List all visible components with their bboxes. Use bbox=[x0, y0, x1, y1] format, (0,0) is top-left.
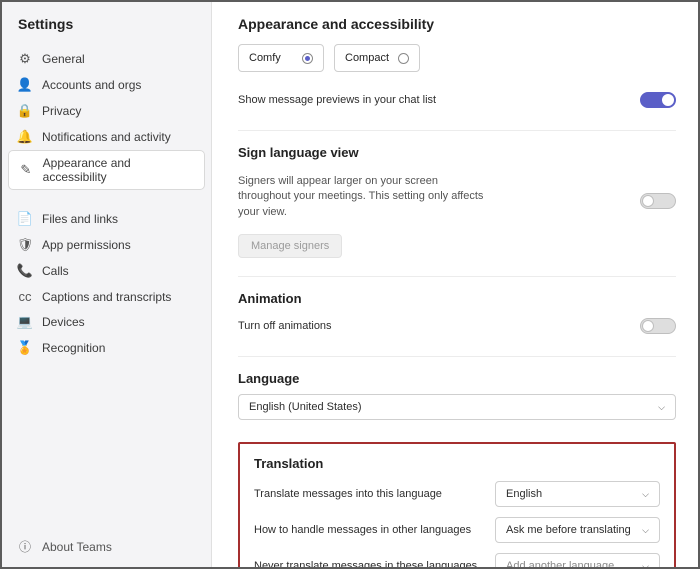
never-translate-value: Add another language bbox=[506, 560, 614, 567]
sign-language-section: Sign language view Signers will appear l… bbox=[238, 145, 676, 258]
sidebar-item-label: Captions and transcripts bbox=[42, 290, 171, 304]
sidebar-item-label: Files and links bbox=[42, 212, 118, 226]
divider bbox=[238, 276, 676, 277]
manage-signers-button[interactable]: Manage signers bbox=[238, 234, 342, 258]
sidebar-item-label: About Teams bbox=[42, 540, 112, 554]
translate-handle-row: How to handle messages in other language… bbox=[254, 517, 660, 543]
sidebar-title: Settings bbox=[2, 16, 211, 42]
density-compact[interactable]: Compact bbox=[334, 44, 420, 72]
divider bbox=[238, 130, 676, 131]
cc-icon: ᴄᴄ bbox=[18, 289, 32, 304]
settings-main: Appearance and accessibility Comfy Compa… bbox=[212, 2, 698, 567]
sidebar-group-1: ⚙ General 👤 Accounts and orgs 🔒 Privacy … bbox=[2, 46, 211, 190]
translation-section: Translation Translate messages into this… bbox=[238, 442, 676, 567]
sidebar-item-recognition[interactable]: 🏅 Recognition bbox=[2, 335, 211, 361]
sidebar-item-label: App permissions bbox=[42, 238, 131, 252]
sidebar-item-accounts[interactable]: 👤 Accounts and orgs bbox=[2, 72, 211, 98]
translate-into-label: Translate messages into this language bbox=[254, 488, 442, 500]
sign-language-row: Signers will appear larger on your scree… bbox=[238, 168, 676, 234]
sidebar-item-label: Accounts and orgs bbox=[42, 78, 141, 92]
sidebar-item-privacy[interactable]: 🔒 Privacy bbox=[2, 98, 211, 124]
sidebar-item-captions[interactable]: ᴄᴄ Captions and transcripts bbox=[2, 284, 211, 309]
sidebar-item-label: Calls bbox=[42, 264, 69, 278]
sidebar-item-label: Notifications and activity bbox=[42, 130, 171, 144]
file-icon: 📄 bbox=[18, 211, 32, 227]
sign-language-toggle[interactable] bbox=[640, 193, 676, 209]
sidebar-item-label: General bbox=[42, 52, 85, 66]
translate-into-select[interactable]: English ⌵ bbox=[495, 481, 660, 507]
chevron-down-icon: ⌵ bbox=[658, 402, 665, 413]
person-icon: 👤 bbox=[18, 77, 32, 93]
animation-section: Animation Turn off animations bbox=[238, 291, 676, 338]
shield-icon: 🛡 bbox=[18, 237, 32, 253]
translate-into-value: English bbox=[506, 488, 542, 500]
pencil-icon: ✎ bbox=[19, 162, 33, 178]
lock-icon: 🔒 bbox=[18, 103, 32, 119]
density-label: Comfy bbox=[249, 52, 281, 64]
bell-icon: 🔔 bbox=[18, 129, 32, 145]
divider bbox=[238, 356, 676, 357]
density-section: Comfy Compact Show message previews in y… bbox=[238, 44, 676, 112]
translate-into-row: Translate messages into this language En… bbox=[254, 481, 660, 507]
translate-handle-label: How to handle messages in other language… bbox=[254, 524, 471, 536]
sidebar-item-notifications[interactable]: 🔔 Notifications and activity bbox=[2, 124, 211, 150]
chevron-down-icon: ⌵ bbox=[642, 561, 649, 567]
sidebar-item-devices[interactable]: 💻 Devices bbox=[2, 309, 211, 335]
never-translate-label: Never translate messages in these langua… bbox=[254, 560, 477, 567]
language-select[interactable]: English (United States) ⌵ bbox=[238, 394, 676, 420]
animation-label: Turn off animations bbox=[238, 320, 332, 332]
density-row: Comfy Compact bbox=[238, 44, 676, 72]
section-heading: Animation bbox=[238, 291, 676, 306]
sidebar-item-general[interactable]: ⚙ General bbox=[2, 46, 211, 72]
never-translate-row: Never translate messages in these langua… bbox=[254, 553, 660, 567]
sidebar-item-app-permissions[interactable]: 🛡 App permissions bbox=[2, 232, 211, 258]
monitor-icon: 💻 bbox=[18, 314, 32, 330]
gear-icon: ⚙ bbox=[18, 51, 32, 67]
section-heading: Translation bbox=[254, 456, 660, 471]
language-section: Language English (United States) ⌵ bbox=[238, 371, 676, 420]
previews-row: Show message previews in your chat list bbox=[238, 88, 676, 112]
chevron-down-icon: ⌵ bbox=[642, 525, 649, 536]
info-icon: ⓘ bbox=[18, 538, 32, 555]
ribbon-icon: 🏅 bbox=[18, 340, 32, 356]
sidebar-item-about[interactable]: ⓘ About Teams bbox=[2, 526, 211, 567]
sidebar-item-label: Devices bbox=[42, 315, 85, 329]
chevron-down-icon: ⌵ bbox=[642, 489, 649, 500]
density-comfy[interactable]: Comfy bbox=[238, 44, 324, 72]
sidebar-item-label: Recognition bbox=[42, 341, 105, 355]
translate-handle-select[interactable]: Ask me before translating ⌵ bbox=[495, 517, 660, 543]
phone-icon: 📞 bbox=[18, 263, 32, 279]
sidebar-item-files[interactable]: 📄 Files and links bbox=[2, 206, 211, 232]
section-heading: Sign language view bbox=[238, 145, 676, 160]
previews-toggle[interactable] bbox=[640, 92, 676, 108]
language-value: English (United States) bbox=[249, 401, 362, 413]
sidebar-group-2: 📄 Files and links 🛡 App permissions 📞 Ca… bbox=[2, 206, 211, 361]
previews-label: Show message previews in your chat list bbox=[238, 94, 436, 106]
sidebar-item-appearance[interactable]: ✎ Appearance and accessibility bbox=[8, 150, 205, 190]
radio-icon bbox=[302, 53, 313, 64]
radio-icon bbox=[398, 53, 409, 64]
translate-handle-value: Ask me before translating bbox=[506, 524, 631, 536]
animation-toggle[interactable] bbox=[640, 318, 676, 334]
sidebar-item-label: Appearance and accessibility bbox=[43, 156, 194, 184]
never-translate-select[interactable]: Add another language ⌵ bbox=[495, 553, 660, 567]
settings-sidebar: Settings ⚙ General 👤 Accounts and orgs 🔒… bbox=[2, 2, 212, 567]
section-heading: Language bbox=[238, 371, 676, 386]
sidebar-item-calls[interactable]: 📞 Calls bbox=[2, 258, 211, 284]
sign-language-desc: Signers will appear larger on your scree… bbox=[238, 174, 488, 220]
animation-row: Turn off animations bbox=[238, 314, 676, 338]
sidebar-item-label: Privacy bbox=[42, 104, 81, 118]
page-title: Appearance and accessibility bbox=[238, 16, 676, 32]
density-label: Compact bbox=[345, 52, 389, 64]
